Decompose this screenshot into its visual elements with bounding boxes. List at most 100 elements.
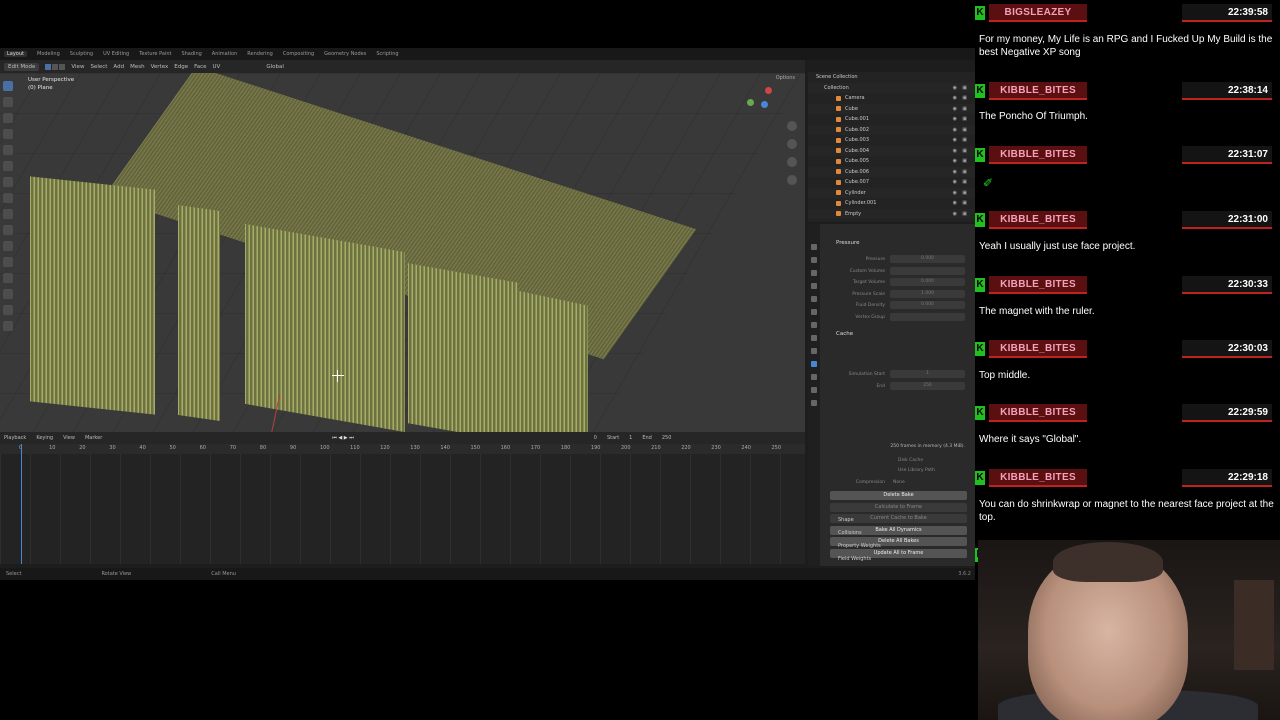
render-icon[interactable]: ▣ [962,179,967,185]
subpanel-header[interactable]: Property Weights [838,543,881,549]
output-tab-icon[interactable] [811,270,817,276]
bevel-tool-icon[interactable] [3,257,13,267]
chat-username[interactable]: KIBBLE_BITES [989,472,1087,483]
render-icon[interactable]: ▣ [962,158,967,164]
view-layer-tab-icon[interactable] [811,283,817,289]
face-select-icon[interactable] [59,63,66,70]
property-row[interactable]: Fluid Density 0.000 [828,301,973,310]
camera-view-icon[interactable] [787,157,797,167]
render-icon[interactable]: ▣ [962,127,967,133]
start-frame-field[interactable]: 1 [629,435,632,441]
data-tab-icon[interactable] [811,387,817,393]
knife-tool-icon[interactable] [3,289,13,299]
particles-tab-icon[interactable] [811,348,817,354]
world-tab-icon[interactable] [811,309,817,315]
poly-build-icon[interactable] [3,305,13,315]
move-tool-icon[interactable] [3,113,13,123]
eye-icon[interactable]: ◉ [953,200,957,206]
tab-layout[interactable]: Layout [4,51,27,57]
menu-add[interactable]: Add [113,64,124,70]
property-value[interactable] [890,312,965,321]
spin-tool-icon[interactable] [3,321,13,331]
outliner-item[interactable]: Empty ◉ ▣ [808,208,975,219]
chat-username[interactable]: KIBBLE_BITES [989,85,1087,96]
tab-scripting[interactable]: Scripting [376,51,398,57]
scene-collection-row[interactable]: Scene Collection [808,72,975,83]
property-value[interactable] [890,266,965,275]
property-row[interactable]: Target Volume 0.000 [828,278,973,287]
3d-viewport[interactable]: User Perspective (0) Plane Options [0,73,805,480]
pan-hand-icon[interactable] [787,139,797,149]
constraints-tab-icon[interactable] [811,374,817,380]
tab-texture-paint[interactable]: Texture Paint [139,51,171,57]
render-tab-icon[interactable] [811,257,817,263]
tab-rendering[interactable]: Rendering [247,51,273,57]
render-icon[interactable]: ▣ [962,95,967,101]
outliner-item[interactable]: Cube.004 ◉ ▣ [808,145,975,156]
navigation-gizmo[interactable] [747,87,783,123]
tab-compositing[interactable]: Compositing [283,51,314,57]
bake-button[interactable]: Delete Bake [830,491,967,500]
tab-animation[interactable]: Animation [212,51,238,57]
z-axis-icon[interactable] [765,87,772,94]
eye-icon[interactable]: ◉ [953,179,957,185]
annotate-tool-icon[interactable] [3,177,13,187]
select-box-icon[interactable] [3,81,13,91]
property-row[interactable]: Simulation Start 1 [828,370,973,379]
timeline-menu-playback[interactable]: Playback [4,435,26,441]
property-value[interactable]: 0.000 [890,301,965,309]
add-cube-icon[interactable] [3,209,13,219]
zoom-icon[interactable] [787,121,797,131]
outliner-item[interactable]: Camera ◉ ▣ [808,93,975,104]
cache-panel-title[interactable]: Cache [836,331,853,337]
eye-icon[interactable]: ◉ [953,169,957,175]
property-row[interactable]: Custom Volume [828,266,973,276]
property-row[interactable]: End 250 [828,381,973,391]
render-icon[interactable]: ▣ [962,106,967,112]
options-dropdown[interactable]: Options [776,75,795,81]
eye-icon[interactable]: ◉ [953,148,957,154]
tab-shading[interactable]: Shading [181,51,201,57]
render-icon[interactable]: ▣ [962,190,967,196]
property-row[interactable]: Pressure Scale 1.000 [828,289,973,299]
collection-row[interactable]: Collection ◉ ▣ [808,82,975,93]
property-value[interactable]: 250 [890,381,965,390]
menu-edge[interactable]: Edge [174,64,188,70]
extrude-tool-icon[interactable] [3,225,13,235]
tab-uv-editing[interactable]: UV Editing [103,51,129,57]
render-icon[interactable]: ▣ [962,200,967,206]
menu-mesh[interactable]: Mesh [130,64,144,70]
outliner-item[interactable]: Cube.005 ◉ ▣ [808,156,975,167]
transform-tool-icon[interactable] [3,161,13,171]
property-value[interactable]: 0.000 [890,255,965,263]
rotate-tool-icon[interactable] [3,129,13,139]
eye-icon[interactable]: ◉ [953,85,957,91]
transform-orientation-dropdown[interactable]: Global [266,64,284,70]
timeline-menu-marker[interactable]: Marker [85,435,102,441]
eye-icon[interactable]: ◉ [953,116,957,122]
property-row[interactable]: Pressure 0.000 [828,255,973,264]
property-row[interactable]: Vertex Group [828,312,973,322]
outliner-item[interactable]: Cylinder.001 ◉ ▣ [808,198,975,209]
subpanel-header[interactable]: Collisions [838,530,862,536]
tab-geometry-nodes[interactable]: Geometry Nodes [324,51,366,57]
object-tab-icon[interactable] [811,322,817,328]
material-tab-icon[interactable] [811,400,817,406]
render-icon[interactable]: ▣ [962,85,967,91]
tab-sculpting[interactable]: Sculpting [70,51,93,57]
timeline-menu-view[interactable]: View [63,435,75,441]
chat-username[interactable]: KIBBLE_BITES [989,214,1087,225]
eye-icon[interactable]: ◉ [953,190,957,196]
eye-icon[interactable]: ◉ [953,127,957,133]
render-icon[interactable]: ▣ [962,116,967,122]
cursor-tool-icon[interactable] [3,97,13,107]
current-frame-field[interactable]: 0 [594,435,597,441]
bake-button[interactable]: Calculate to Frame [830,502,967,512]
eye-icon[interactable]: ◉ [953,137,957,143]
chat-username[interactable]: BIGSLEAZEY [989,7,1087,18]
menu-select[interactable]: Select [90,64,107,70]
outliner-item[interactable]: Cube ◉ ▣ [808,103,975,114]
timeline-frame-ruler[interactable]: 0102030405060708090100110120130140150160… [0,444,805,454]
inset-tool-icon[interactable] [3,241,13,251]
x-axis-icon[interactable] [761,101,768,108]
